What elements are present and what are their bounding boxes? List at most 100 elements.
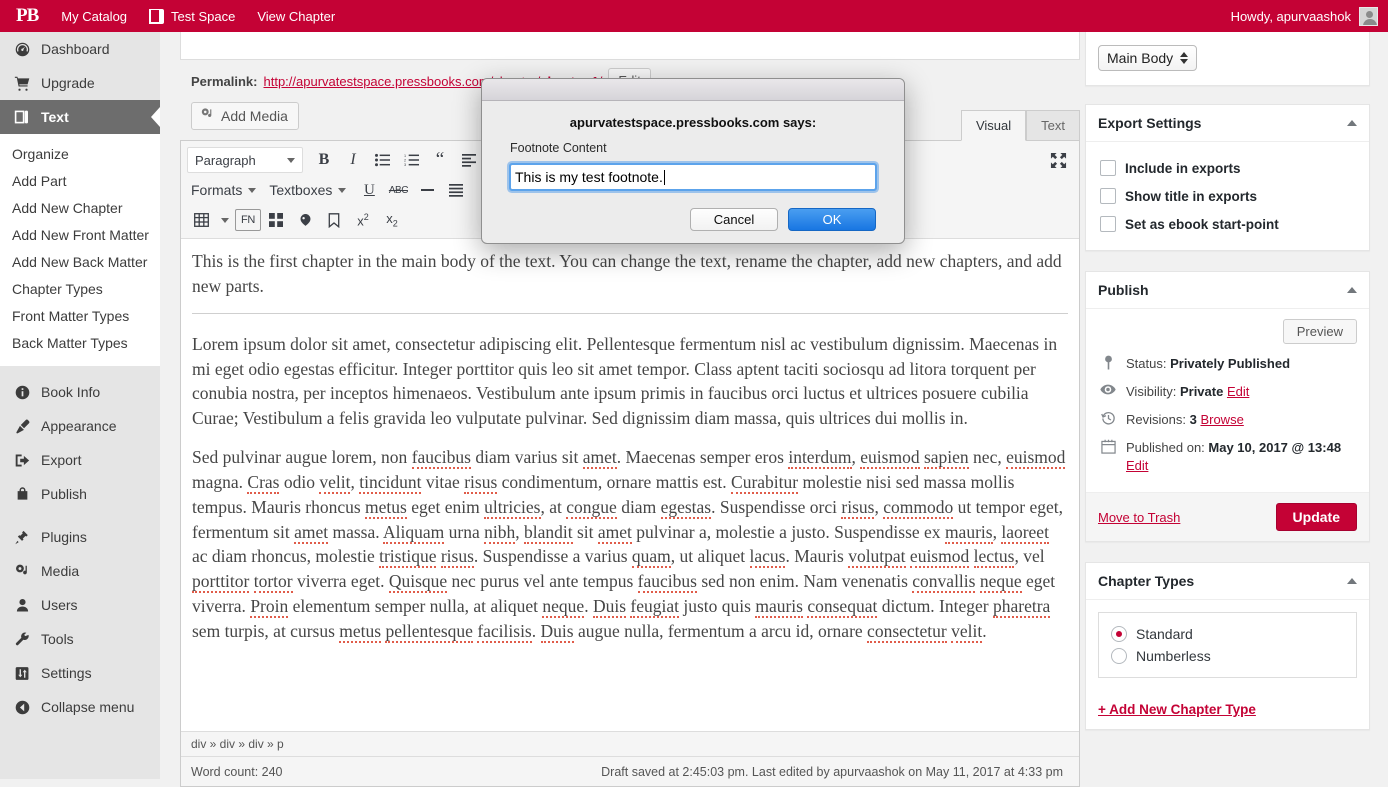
published-on-value: May 10, 2017 @ 13:48 (1208, 440, 1342, 455)
radio-numberless[interactable]: Numberless (1111, 645, 1344, 667)
tab-text[interactable]: Text (1026, 110, 1080, 140)
preview-button[interactable]: Preview (1282, 319, 1357, 344)
underline-icon[interactable]: U (355, 177, 383, 203)
strikethrough-icon[interactable]: ABC (384, 177, 412, 203)
editor-content-area[interactable]: This is the first chapter in the main bo… (181, 239, 1079, 731)
chapter-types-header[interactable]: Chapter Types (1086, 563, 1369, 600)
italic-icon[interactable]: I (339, 147, 367, 173)
move-to-trash-link[interactable]: Move to Trash (1098, 510, 1180, 525)
chevron-up-icon[interactable] (1347, 287, 1357, 293)
sidebar-item-label: Export (41, 452, 82, 468)
sidebar-subitem-back-matter-types[interactable]: Back Matter Types (0, 330, 160, 357)
brush-icon (12, 416, 32, 436)
checkbox-box[interactable] (1100, 160, 1116, 176)
numbered-list-icon[interactable]: 123 (397, 147, 425, 173)
sidebar-item-media[interactable]: Media (0, 554, 160, 588)
dialog-origin-text: apurvatestspace.pressbooks.com says: (569, 115, 817, 130)
align-left-icon[interactable] (455, 147, 483, 173)
bullet-list-icon[interactable] (368, 147, 396, 173)
avatar (1359, 6, 1378, 26)
edit-visibility-link[interactable]: Edit (1227, 384, 1249, 399)
sliders-icon (12, 663, 32, 683)
publish-visibility-row: Visibility: Private Edit (1098, 378, 1357, 406)
sidebar-subitem-chapter-types[interactable]: Chapter Types (0, 276, 160, 303)
formats-label: Formats (191, 182, 243, 198)
chevron-up-icon[interactable] (1347, 578, 1357, 584)
admin-bar-item-test-space[interactable]: Test Space (138, 0, 246, 32)
sidebar-item-appearance[interactable]: Appearance (0, 409, 160, 443)
add-media-button[interactable]: Add Media (191, 102, 299, 130)
sidebar-item-settings[interactable]: Settings (0, 656, 160, 690)
admin-bar-account[interactable]: Howdy, apurvaashok (1231, 6, 1388, 26)
ok-button[interactable]: OK (788, 208, 876, 231)
superscript-icon[interactable]: x2 (349, 207, 377, 233)
bold-icon[interactable]: B (310, 147, 338, 173)
browse-revisions-link[interactable]: Browse (1200, 412, 1243, 427)
footnote-content-input[interactable]: This is my test footnote. (509, 163, 877, 191)
sidebar-item-collapse-menu[interactable]: Collapse menu (0, 690, 160, 724)
admin-bar-item-my-catalog[interactable]: My Catalog (50, 0, 138, 32)
checkbox-include-in-exports[interactable]: Include in exports (1098, 154, 1357, 182)
anchor-icon[interactable] (291, 207, 319, 233)
footnote-content-value: This is my test footnote. (515, 169, 663, 185)
sidebar-subitem-add-new-back-matter[interactable]: Add New Back Matter (0, 249, 160, 276)
element-path[interactable]: div » div » div » p (181, 732, 1079, 757)
sidebar-item-tools[interactable]: Tools (0, 622, 160, 656)
chevron-up-icon[interactable] (1347, 120, 1357, 126)
edit-published-date-link[interactable]: Edit (1126, 457, 1341, 475)
checkbox-box[interactable] (1100, 188, 1116, 204)
textboxes-menu[interactable]: Textboxes (265, 177, 354, 203)
sidebar-item-dashboard[interactable]: Dashboard (0, 32, 160, 66)
part-select[interactable]: Main Body (1098, 45, 1198, 71)
sidebar-divider (0, 511, 160, 520)
sidebar-item-book-info[interactable]: Book Info (0, 375, 160, 409)
media-icon (12, 561, 32, 581)
admin-bar-item-view-chapter[interactable]: View Chapter (246, 0, 346, 32)
checkbox-box[interactable] (1100, 216, 1116, 232)
sidebar-subitem-front-matter-types[interactable]: Front Matter Types (0, 303, 160, 330)
checkbox-set-as-ebook-start-point[interactable]: Set as ebook start-point (1098, 210, 1357, 238)
chapter-types-box: Chapter Types Standard Numberless + Add … (1085, 562, 1370, 730)
blockquote-icon[interactable]: “ (426, 147, 454, 173)
footnote-icon[interactable]: FN (235, 209, 261, 231)
sidebar-subitem-add-part[interactable]: Add Part (0, 168, 160, 195)
table-dropdown-icon[interactable] (216, 207, 234, 233)
publish-header[interactable]: Publish (1086, 272, 1369, 309)
update-button[interactable]: Update (1275, 503, 1357, 531)
sidebar-subitem-organize[interactable]: Organize (0, 141, 160, 168)
sidebar-item-plugins[interactable]: Plugins (0, 520, 160, 554)
subscript-icon[interactable]: x2 (378, 207, 406, 233)
pressbooks-logo[interactable]: PB (0, 5, 50, 27)
paragraph-lorem-1: Lorem ipsum dolor sit amet, consectetur … (192, 333, 1058, 429)
table-icon[interactable] (187, 207, 215, 233)
media-icon (200, 107, 215, 125)
radio-dot[interactable] (1111, 648, 1127, 664)
add-new-chapter-type-link[interactable]: + Add New Chapter Type (1086, 702, 1268, 729)
formats-menu[interactable]: Formats (187, 177, 264, 203)
radio-standard[interactable]: Standard (1111, 623, 1344, 645)
sidebar-item-users[interactable]: Users (0, 588, 160, 622)
book-icon (12, 107, 32, 127)
editor-footer: Word count: 240 Draft saved at 2:45:03 p… (181, 757, 1079, 786)
cancel-button[interactable]: Cancel (690, 208, 778, 231)
tab-visual[interactable]: Visual (960, 110, 1027, 141)
align-justify-icon[interactable] (442, 177, 470, 203)
sidebar-item-text[interactable]: Text (0, 100, 160, 134)
sidebar-subitem-add-new-front-matter[interactable]: Add New Front Matter (0, 222, 160, 249)
sidebar-subitem-add-new-chapter[interactable]: Add New Chapter (0, 195, 160, 222)
paragraph-format-select[interactable]: Paragraph (187, 147, 303, 173)
export-settings-header[interactable]: Export Settings (1086, 105, 1369, 142)
dialog-body: apurvatestspace.pressbooks.com says: Foo… (482, 101, 904, 243)
fullscreen-icon[interactable] (1045, 147, 1071, 173)
radio-dot[interactable] (1111, 626, 1127, 642)
horizontal-rule-icon[interactable] (413, 177, 441, 203)
sidebar-item-publish[interactable]: Publish (0, 477, 160, 511)
bookmark-icon[interactable] (320, 207, 348, 233)
checkbox-show-title-in-exports[interactable]: Show title in exports (1098, 182, 1357, 210)
glossary-icon[interactable] (262, 207, 290, 233)
sidebar-item-export[interactable]: Export (0, 443, 160, 477)
eye-icon (1098, 383, 1118, 396)
editor-status-bar: div » div » div » p Word count: 240 Draf… (181, 731, 1079, 786)
bag-icon (12, 484, 32, 504)
sidebar-item-upgrade[interactable]: Upgrade (0, 66, 160, 100)
